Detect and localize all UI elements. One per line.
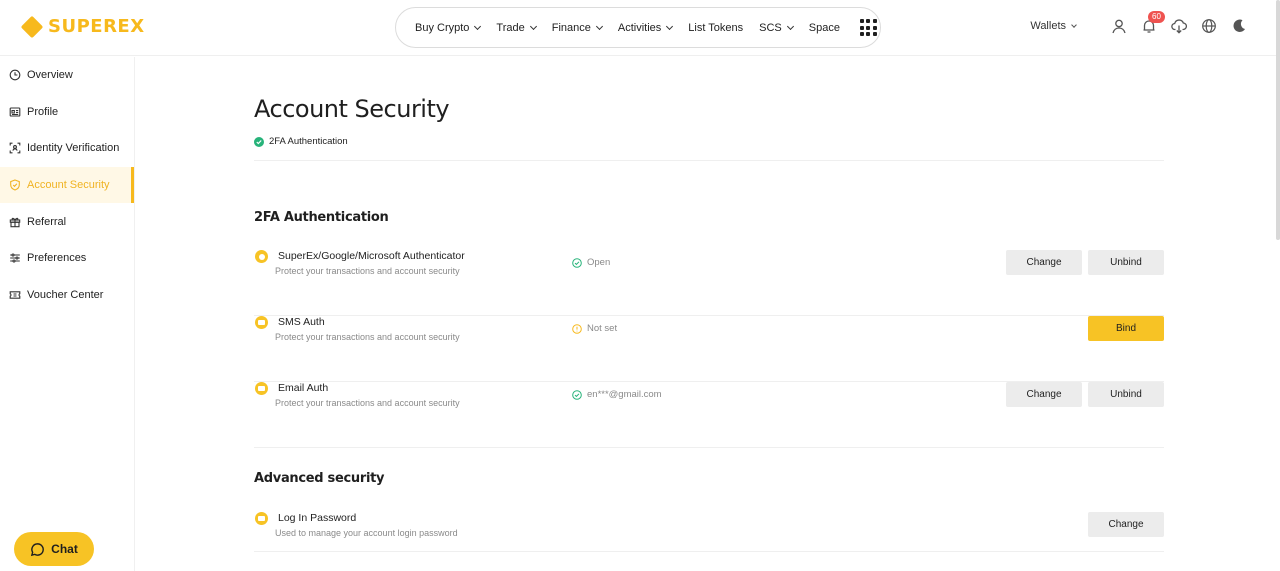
- download-icon[interactable]: [1170, 17, 1188, 35]
- section-title-2fa: 2FA Authentication: [254, 210, 389, 225]
- row-status-text: en***@gmail.com: [587, 389, 662, 400]
- page-scrollbar[interactable]: [1276, 0, 1280, 240]
- apps-grid-icon[interactable]: [859, 19, 877, 36]
- nav-label: Space: [808, 21, 840, 34]
- chevron-down-icon: [474, 22, 482, 30]
- nav-label: Finance: [551, 21, 591, 34]
- check-circle-icon: [254, 136, 264, 147]
- change-button[interactable]: Change: [1088, 512, 1164, 537]
- top-header: SUPEREX Buy Crypto Trade Finance Activit…: [0, 0, 1280, 56]
- brand-logo[interactable]: SUPEREX: [20, 15, 145, 38]
- account-sidebar: Overview Profile Identity Verification A…: [0, 57, 135, 571]
- nav-list-tokens[interactable]: List Tokens: [688, 22, 743, 34]
- security-status-label: 2FA Authentication: [269, 136, 348, 147]
- bell-icon[interactable]: 60: [1140, 11, 1165, 35]
- chevron-down-icon: [1071, 21, 1077, 28]
- ticket-icon: [9, 289, 21, 301]
- globe-icon[interactable]: [1200, 17, 1218, 35]
- main-nav: Buy Crypto Trade Finance Activities List…: [395, 7, 881, 48]
- sidebar-item-label: Overview: [27, 69, 73, 82]
- security-row-email: Email Auth Protect your transactions and…: [254, 382, 1164, 448]
- nav-label: Trade: [496, 21, 525, 34]
- warning-circle-icon: [572, 323, 582, 334]
- sliders-icon: [9, 252, 21, 264]
- row-status: Open: [572, 257, 610, 268]
- sms-icon: [255, 316, 268, 329]
- row-status-text: Open: [587, 257, 611, 268]
- clock-icon: [9, 69, 21, 81]
- row-description: Protect your transactions and account se…: [275, 332, 460, 342]
- row-description: Used to manage your account login passwo…: [275, 528, 458, 538]
- lock-icon: [255, 512, 268, 525]
- nav-label: SCS: [759, 21, 782, 34]
- sidebar-item-label: Identity Verification: [27, 142, 120, 155]
- security-row-authenticator: SuperEx/Google/Microsoft Authenticator P…: [254, 250, 1164, 316]
- sidebar-item-label: Preferences: [27, 252, 87, 265]
- sidebar-item-label: Referral: [27, 215, 67, 228]
- sidebar-item-voucher-center[interactable]: Voucher Center: [0, 277, 134, 314]
- sidebar-item-preferences[interactable]: Preferences: [0, 240, 134, 277]
- moon-icon[interactable]: [1230, 17, 1248, 35]
- chevron-down-icon: [786, 22, 794, 30]
- email-icon: [255, 382, 268, 395]
- nav-buy-crypto[interactable]: Buy Crypto: [415, 21, 482, 34]
- check-circle-icon: [572, 389, 582, 400]
- chevron-down-icon: [666, 22, 674, 30]
- sidebar-item-overview[interactable]: Overview: [0, 57, 134, 94]
- section-title-advanced: Advanced security: [254, 471, 385, 486]
- user-icon[interactable]: [1110, 17, 1128, 35]
- divider: [254, 160, 1164, 161]
- sidebar-item-label: Voucher Center: [27, 288, 104, 301]
- face-scan-icon: [9, 142, 21, 154]
- sidebar-item-profile[interactable]: Profile: [0, 94, 134, 131]
- logo-diamond-icon: [20, 15, 44, 38]
- nav-label: List Tokens: [688, 21, 744, 34]
- row-description: Protect your transactions and account se…: [275, 398, 460, 408]
- row-description: Protect your transactions and account se…: [275, 266, 460, 276]
- gift-icon: [9, 216, 21, 228]
- change-button[interactable]: Change: [1006, 250, 1082, 275]
- nav-scs[interactable]: SCS: [759, 21, 794, 34]
- row-name: Email Auth: [278, 382, 329, 394]
- wallets-menu[interactable]: Wallets: [1030, 20, 1077, 32]
- sidebar-item-referral[interactable]: Referral: [0, 203, 134, 240]
- sidebar-item-label: Profile: [27, 105, 59, 118]
- chevron-down-icon: [595, 22, 603, 30]
- row-name: Log In Password: [278, 512, 357, 524]
- brand-name: SUPEREX: [48, 16, 145, 37]
- nav-label: Activities: [617, 21, 662, 34]
- chat-bubble-icon: [31, 542, 45, 556]
- header-actions: Wallets 60: [1030, 11, 1248, 35]
- row-status: Not set: [572, 323, 617, 334]
- row-status-text: Not set: [587, 323, 618, 334]
- bind-button[interactable]: Bind: [1088, 316, 1164, 341]
- sidebar-item-identity-verification[interactable]: Identity Verification: [0, 130, 134, 167]
- change-button[interactable]: Change: [1006, 382, 1082, 407]
- row-name: SMS Auth: [278, 316, 325, 328]
- nav-finance[interactable]: Finance: [551, 21, 603, 34]
- row-status: en***@gmail.com: [572, 389, 662, 400]
- shield-icon: [9, 179, 21, 191]
- security-row-sms: SMS Auth Protect your transactions and a…: [254, 316, 1164, 382]
- chat-button[interactable]: Chat: [14, 532, 94, 566]
- notification-badge: 60: [1148, 11, 1165, 23]
- unbind-button[interactable]: Unbind: [1088, 250, 1164, 275]
- authenticator-icon: [255, 250, 268, 263]
- nav-trade[interactable]: Trade: [496, 21, 537, 34]
- wallets-label: Wallets: [1030, 20, 1066, 32]
- chevron-down-icon: [529, 22, 537, 30]
- page-title: Account Security: [254, 95, 450, 123]
- security-row-login-password: Log In Password Used to manage your acco…: [254, 512, 1164, 552]
- nav-space[interactable]: Space: [809, 22, 840, 34]
- security-status-tag: 2FA Authentication: [254, 136, 348, 147]
- unbind-button[interactable]: Unbind: [1088, 382, 1164, 407]
- check-circle-icon: [572, 257, 582, 268]
- nav-activities[interactable]: Activities: [617, 21, 674, 34]
- sidebar-item-account-security[interactable]: Account Security: [0, 166, 134, 204]
- row-name: SuperEx/Google/Microsoft Authenticator: [278, 250, 465, 262]
- id-card-icon: [9, 106, 21, 118]
- sidebar-item-label: Account Security: [27, 179, 110, 192]
- chat-label: Chat: [51, 542, 78, 556]
- nav-label: Buy Crypto: [415, 21, 470, 34]
